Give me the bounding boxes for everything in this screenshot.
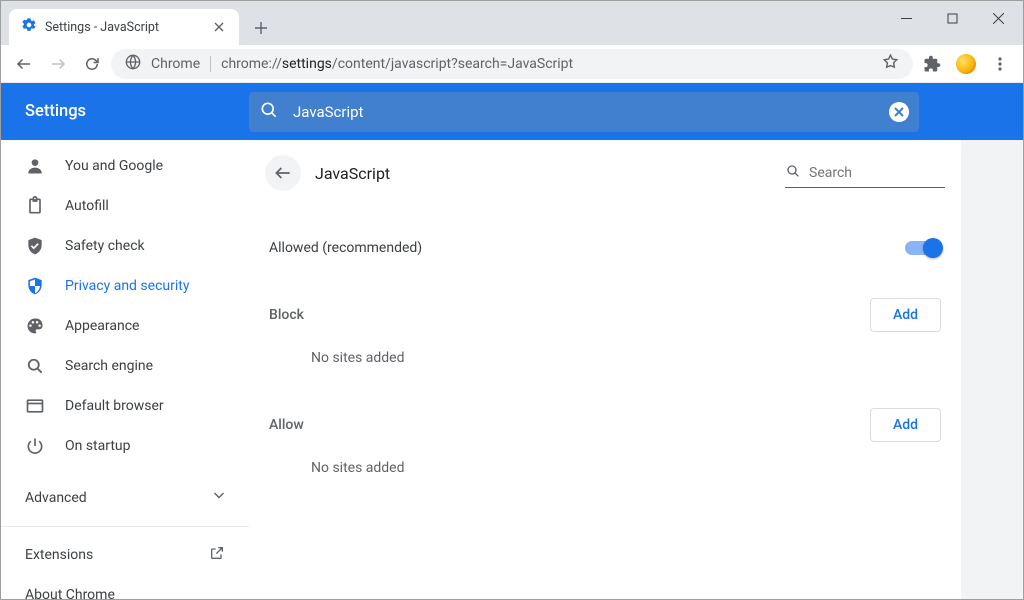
- sidebar-item-you-and-google[interactable]: You and Google: [1, 146, 249, 186]
- chevron-down-icon: [213, 490, 225, 506]
- sidebar-item-appearance[interactable]: Appearance: [1, 306, 249, 346]
- settings-content: You and Google Autofill Safety check Pri…: [1, 140, 1023, 599]
- open-in-new-icon: [209, 545, 225, 565]
- local-search-input[interactable]: [809, 165, 945, 181]
- chrome-menu-button[interactable]: [985, 49, 1015, 79]
- sidebar-item-label: Search engine: [65, 358, 153, 374]
- browser-tab[interactable]: Settings - JavaScript: [9, 9, 239, 45]
- nav-reload-button[interactable]: [77, 49, 107, 79]
- sidebar-item-autofill[interactable]: Autofill: [1, 186, 249, 226]
- allow-title: Allow: [269, 417, 304, 433]
- allowed-label: Allowed (recommended): [269, 240, 422, 256]
- about-label: About Chrome: [25, 587, 115, 599]
- omnibox-url: chrome://settings/content/javascript?sea…: [221, 56, 573, 72]
- window-close-button[interactable]: [975, 3, 1021, 33]
- search-icon: [259, 100, 279, 124]
- settings-gear-icon: [21, 17, 37, 37]
- sidebar-item-safety-check[interactable]: Safety check: [1, 226, 249, 266]
- sidebar-item-label: Default browser: [65, 398, 164, 414]
- bookmark-star-icon[interactable]: [882, 53, 899, 74]
- sidebar-item-privacy-security[interactable]: Privacy and security: [1, 266, 249, 306]
- sidebar-extensions-link[interactable]: Extensions: [1, 535, 249, 575]
- person-icon: [25, 156, 45, 176]
- sidebar-item-label: Safety check: [65, 238, 145, 254]
- page-back-button[interactable]: [265, 155, 301, 191]
- omnibox[interactable]: Chrome chrome://settings/content/javascr…: [111, 49, 913, 79]
- allow-empty-text: No sites added: [269, 442, 941, 488]
- omnibox-separator: [210, 56, 211, 72]
- settings-search-box[interactable]: [249, 92, 919, 132]
- sidebar-item-default-browser[interactable]: Default browser: [1, 386, 249, 426]
- extensions-label: Extensions: [25, 547, 93, 563]
- clipboard-icon: [25, 196, 45, 216]
- block-add-button[interactable]: Add: [870, 298, 941, 332]
- omnibox-scheme: Chrome: [151, 56, 200, 72]
- window-controls: [883, 3, 1021, 33]
- settings-search-input[interactable]: [293, 103, 875, 121]
- sidebar-item-label: Privacy and security: [65, 278, 189, 294]
- block-empty-text: No sites added: [269, 332, 941, 378]
- sidebar-item-on-startup[interactable]: On startup: [1, 426, 249, 466]
- extensions-puzzle-icon[interactable]: [917, 49, 947, 79]
- shield-check-icon: [25, 236, 45, 256]
- browser-window-icon: [25, 396, 45, 416]
- palette-icon: [25, 316, 45, 336]
- sidebar-item-label: Autofill: [65, 198, 109, 214]
- sidebar-about-chrome[interactable]: About Chrome: [1, 575, 249, 599]
- search-icon: [785, 163, 801, 183]
- page-title: JavaScript: [315, 164, 771, 183]
- sidebar-item-search-engine[interactable]: Search engine: [1, 346, 249, 386]
- allow-add-button[interactable]: Add: [870, 408, 941, 442]
- sidebar-item-label: You and Google: [65, 158, 163, 174]
- sidebar-item-label: Appearance: [65, 318, 139, 334]
- sidebar-divider: [1, 526, 249, 527]
- advanced-label: Advanced: [25, 490, 87, 506]
- settings-app-title: Settings: [1, 102, 249, 121]
- window-maximize-button[interactable]: [929, 3, 975, 33]
- tab-title: Settings - JavaScript: [45, 20, 159, 35]
- settings-sidebar: You and Google Autofill Safety check Pri…: [1, 140, 249, 599]
- pinned-extension-icon[interactable]: [951, 49, 981, 79]
- settings-main: JavaScript Allowed (recommended) Block A…: [249, 140, 961, 599]
- shield-icon: [25, 276, 45, 296]
- window-minimize-button[interactable]: [883, 3, 929, 33]
- os-title-bar: Settings - JavaScript: [1, 1, 1023, 45]
- block-section-header: Block Add: [269, 298, 941, 332]
- sidebar-item-label: On startup: [65, 438, 131, 454]
- clear-search-button[interactable]: [889, 102, 909, 122]
- nav-forward-button[interactable]: [43, 49, 73, 79]
- tab-close-button[interactable]: [211, 19, 227, 35]
- allowed-toggle[interactable]: [905, 238, 941, 258]
- new-tab-button[interactable]: [247, 14, 275, 42]
- allow-section-header: Allow Add: [269, 408, 941, 442]
- sidebar-advanced-toggle[interactable]: Advanced: [1, 478, 249, 518]
- nav-back-button[interactable]: [9, 49, 39, 79]
- allowed-toggle-row: Allowed (recommended): [269, 222, 941, 274]
- browser-toolbar: Chrome chrome://settings/content/javascr…: [1, 45, 1023, 83]
- local-search[interactable]: [785, 158, 945, 188]
- settings-header: Settings: [1, 83, 1023, 140]
- site-info-icon[interactable]: [125, 54, 141, 74]
- power-icon: [25, 436, 45, 456]
- search-icon: [25, 356, 45, 376]
- page-header: JavaScript: [265, 140, 945, 198]
- right-gutter: [961, 140, 1023, 599]
- block-title: Block: [269, 307, 304, 323]
